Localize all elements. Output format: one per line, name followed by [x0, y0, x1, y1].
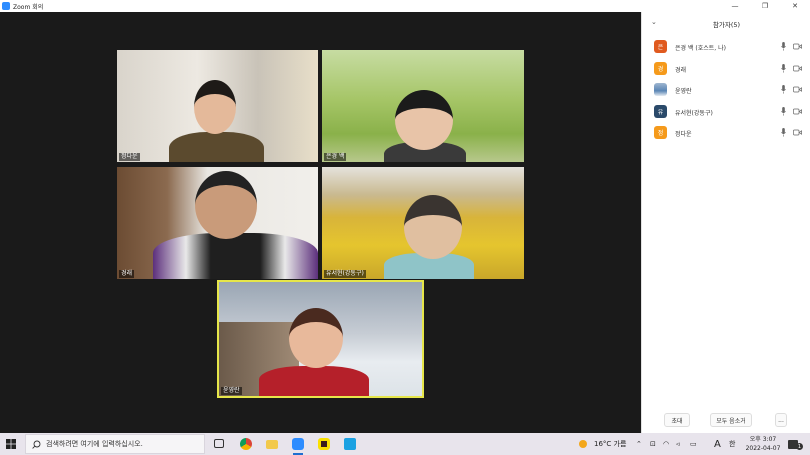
participant-face [404, 195, 462, 259]
task-view-icon[interactable] [214, 439, 224, 448]
participant-figure [259, 366, 369, 396]
weather-icon[interactable] [579, 433, 589, 455]
app-icon[interactable] [344, 438, 356, 450]
battery-icon[interactable]: ▭ [690, 433, 697, 455]
participant-face [289, 308, 343, 368]
microphone-icon[interactable] [781, 63, 786, 73]
participant-face [194, 80, 236, 134]
participant-name: 은경 백 (호스트, 나) [675, 45, 726, 52]
window-controls: — ❐ ✕ [720, 0, 810, 12]
participants-panel: ⌄ 참가자(5) 은 은경 백 (호스트, 나) 경 경래 윤영란 유 유서현(… [641, 12, 810, 433]
video-gallery: 정다운 은경 백 경래 유서현(강동구) 윤영란 [0, 12, 641, 433]
windows-start-icon[interactable] [6, 439, 16, 449]
language-indicator[interactable]: 한 [729, 433, 735, 455]
microphone-icon[interactable] [781, 106, 786, 116]
tile-name-label: 윤영란 [221, 387, 242, 395]
tile-name-label: 정다운 [119, 153, 140, 161]
notification-count: 1 [796, 443, 803, 450]
zoom-window: Zoom 회의 — ❐ ✕ 정다운 은경 백 경래 유서현(강동구) 윤영란 ⌄… [0, 0, 810, 433]
participant-name: 정다운 [675, 131, 692, 138]
avatar: 은 [654, 40, 667, 53]
avatar: 정 [654, 126, 667, 139]
more-options-button[interactable]: ... [775, 413, 787, 427]
search-icon [32, 440, 41, 449]
taskbar-search-box[interactable]: 검색하려면 여기에 입력하십시오. [25, 434, 205, 454]
windows-taskbar: 검색하려면 여기에 입력하십시오. 16°C 가름 ⌃ ⊡ ◠ ◃ ▭ A 한 … [0, 433, 810, 455]
mute-all-button[interactable]: 모두 음소거 [710, 413, 752, 427]
participant-name: 윤영란 [675, 88, 692, 95]
microphone-icon[interactable] [781, 42, 786, 51]
chrome-icon[interactable] [240, 438, 252, 450]
participant-row[interactable]: 정 정다운 [642, 124, 810, 146]
invite-button[interactable]: 초대 [664, 413, 690, 427]
tile-name-label: 경래 [119, 270, 135, 278]
microphone-icon[interactable] [781, 128, 786, 137]
file-explorer-icon[interactable] [266, 440, 278, 449]
avatar: 경 [654, 61, 667, 75]
participant-face [395, 90, 453, 150]
avatar: 유 [654, 104, 667, 118]
speaker-icon[interactable]: ◃ [676, 433, 680, 455]
participant-row[interactable]: 윤영란 [642, 81, 810, 103]
participants-footer: 초대 모두 음소거 ... [642, 413, 810, 427]
video-tile[interactable]: 정다운 [116, 49, 319, 163]
wifi-icon[interactable]: ◠ [663, 433, 669, 455]
video-camera-icon[interactable] [793, 43, 802, 50]
tile-name-label: 은경 백 [324, 153, 347, 161]
participants-title: 참가자(5) [712, 21, 741, 29]
zoom-app-icon[interactable] [292, 438, 304, 450]
kakaotalk-icon[interactable] [318, 438, 330, 450]
video-tile[interactable]: 경래 [116, 166, 319, 280]
title-bar: Zoom 회의 — ❐ ✕ [0, 0, 810, 12]
video-camera-icon[interactable] [793, 108, 802, 115]
network-icon[interactable]: ⊡ [650, 433, 656, 455]
zoom-app-icon [2, 2, 10, 10]
window-title: Zoom 회의 [13, 3, 44, 11]
chevron-up-icon[interactable]: ⌃ [636, 433, 642, 455]
tile-name-label: 유서현(강동구) [324, 270, 366, 278]
clock-date: 2022-04-07 [745, 445, 781, 452]
video-tile[interactable]: 유서현(강동구) [321, 166, 525, 280]
restore-icon[interactable]: ❐ [750, 0, 780, 12]
microphone-icon[interactable] [781, 85, 786, 94]
participant-row[interactable]: 유 유서현(강동구) [642, 103, 810, 125]
participants-header: ⌄ 참가자(5) [642, 12, 810, 34]
video-tile-active-speaker[interactable]: 윤영란 [217, 280, 424, 398]
video-tile[interactable]: 은경 백 [321, 49, 525, 163]
weather-text[interactable]: 16°C 가름 [594, 433, 626, 455]
participant-name: 경래 [675, 66, 687, 74]
participant-row[interactable]: 은 은경 백 (호스트, 나) [642, 38, 810, 60]
clock-time: 오후 3:07 [749, 436, 777, 443]
notification-icon[interactable]: 1 [788, 433, 803, 455]
participant-row[interactable]: 경 경래 [642, 60, 810, 82]
close-icon[interactable]: ✕ [780, 0, 810, 12]
participant-face [195, 171, 257, 239]
taskbar-clock[interactable]: 오후 3:07 2022-04-07 [743, 435, 783, 453]
participant-list: 은 은경 백 (호스트, 나) 경 경래 윤영란 유 유서현(강동구) 정 정다… [642, 38, 810, 146]
participant-figure [153, 233, 318, 279]
participant-figure [169, 132, 264, 162]
video-camera-icon[interactable] [793, 129, 802, 136]
video-camera-icon[interactable] [793, 86, 802, 93]
video-camera-icon[interactable] [793, 65, 802, 72]
avatar-photo [654, 83, 667, 96]
minimize-icon[interactable]: — [720, 0, 750, 12]
ime-indicator[interactable]: A [714, 433, 721, 455]
search-placeholder: 검색하려면 여기에 입력하십시오. [46, 440, 143, 448]
participant-name: 유서현(강동구) [675, 109, 713, 117]
